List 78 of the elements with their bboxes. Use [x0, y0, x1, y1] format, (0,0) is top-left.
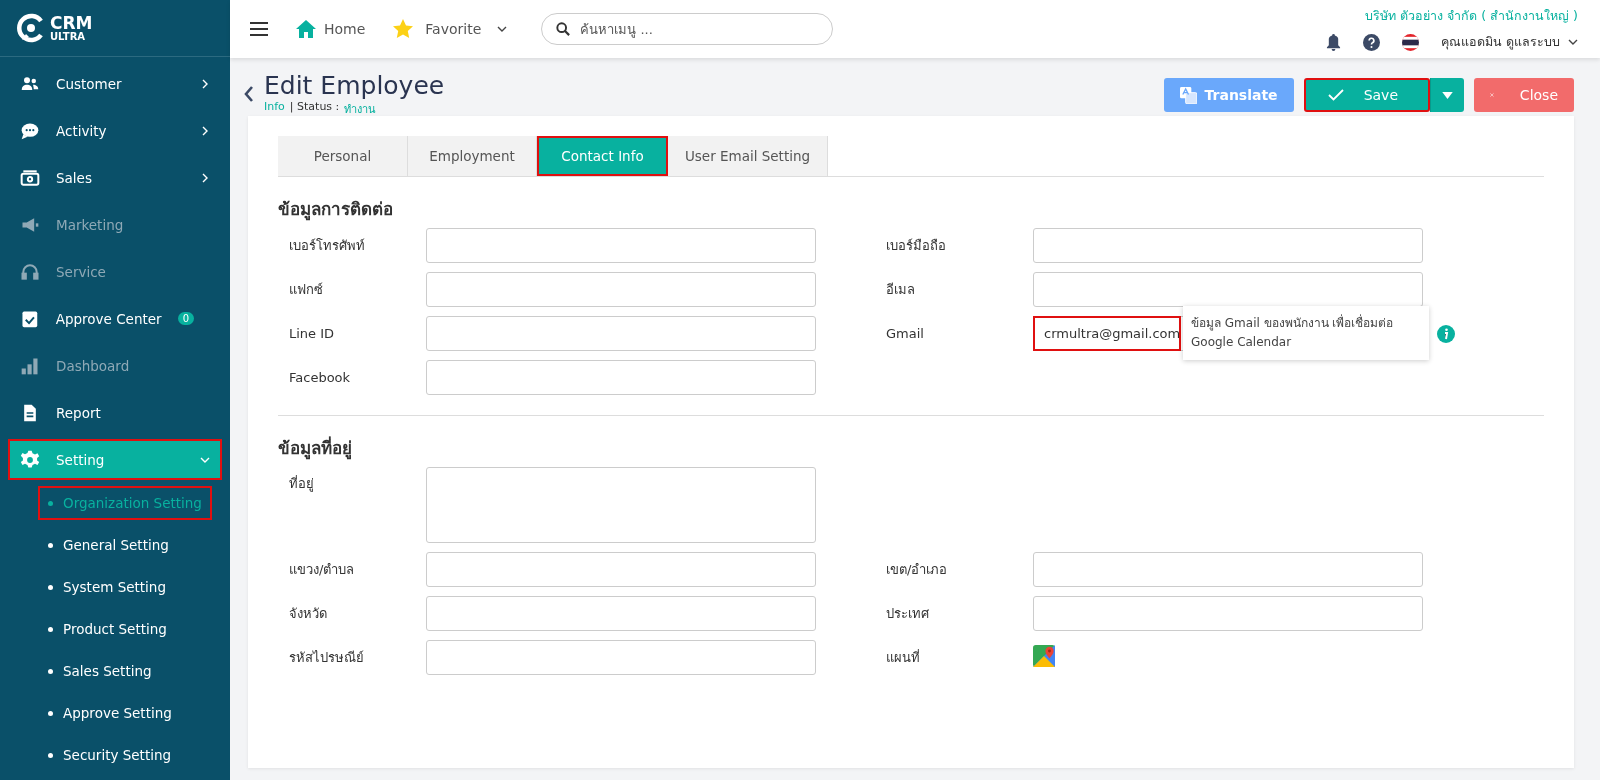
page-title: Edit Employee [264, 72, 445, 100]
sidebar-item[interactable]: Report [8, 392, 222, 433]
menu-icon[interactable] [250, 22, 268, 36]
chevron-icon [200, 172, 210, 183]
logo-icon [16, 13, 46, 43]
company-name: บริษัท ตัวอย่าง จำกัด ( สำนักงานใหญ่ ) [1365, 7, 1578, 25]
money-icon [20, 167, 40, 188]
tab[interactable]: Personal [278, 136, 408, 176]
chevron-icon [497, 24, 508, 34]
gear-icon [20, 449, 40, 470]
text-field[interactable] [1033, 228, 1423, 263]
submenu-item[interactable]: Sales Setting [38, 654, 162, 688]
favorite-menu[interactable]: Favorite [393, 19, 508, 39]
submenu-item[interactable]: Product Setting [38, 612, 177, 646]
submenu-item[interactable]: Approve Setting [38, 696, 182, 730]
home-link[interactable]: Home [296, 20, 366, 38]
text-field[interactable] [1033, 552, 1423, 587]
star-icon [393, 19, 414, 39]
field-label: จังหวัด [289, 605, 328, 623]
sidebar-item[interactable]: Customer [8, 63, 222, 104]
logo-text: CRM [50, 14, 93, 32]
field-label: เขต/อำเภอ [886, 561, 949, 579]
field-label: แฟกซ์ [289, 281, 324, 299]
field-label: Gmail [886, 326, 925, 341]
tab[interactable]: User Email Setting [668, 136, 828, 176]
users-icon [20, 74, 40, 93]
section-title: ข้อมูลการติดต่อ [278, 198, 394, 222]
field-label: Line ID [289, 326, 336, 341]
search-icon [556, 22, 571, 36]
field-label: ประเทศ [886, 605, 930, 623]
bell-icon[interactable] [1326, 33, 1341, 51]
search-input[interactable]: ค้นหาเมนู ... [578, 20, 819, 38]
translate-icon [1179, 86, 1197, 104]
text-field[interactable] [426, 360, 816, 395]
sidebar-item[interactable]: Sales [8, 157, 222, 198]
map-icon[interactable] [1033, 644, 1055, 667]
tab[interactable]: Employment [408, 136, 537, 176]
field-label: Facebook [289, 370, 352, 385]
tooltip: ข้อมูล Gmail ของพนักงาน เพื่อเชื่อมต่อ Google Calendar [1183, 306, 1429, 361]
thai-flag-icon[interactable] [1402, 33, 1419, 51]
field-label: ที่อยู่ [289, 474, 315, 494]
text-field[interactable] [1033, 272, 1423, 307]
submenu-item[interactable]: General Setting [38, 528, 179, 562]
text-field[interactable] [426, 316, 816, 351]
user-menu[interactable]: คุณแอดมิน ดูแลระบบ [1441, 32, 1578, 52]
dropdown-button[interactable] [1430, 78, 1464, 112]
caret-icon [1442, 91, 1453, 99]
info-icon[interactable] [1437, 325, 1455, 343]
status-label: | Status : [289, 99, 340, 115]
text-field[interactable] [1033, 596, 1423, 631]
field-label: เบอร์มือถือ [886, 237, 947, 255]
text-field[interactable] [426, 552, 816, 587]
submenu-item[interactable]: System Setting [38, 570, 176, 604]
field-label: เบอร์โทรศัพท์ [289, 237, 366, 255]
headset-icon [20, 261, 40, 282]
chevron-icon [1568, 37, 1578, 47]
help-icon[interactable] [1363, 33, 1380, 51]
text-field[interactable] [426, 640, 816, 675]
field-label: แขวง/ตำบล [289, 561, 356, 579]
field-label: รหัสไปรษณีย์ [289, 649, 365, 667]
text-field[interactable] [426, 596, 816, 631]
logo-subtext: ULTRA [50, 31, 87, 42]
chevron-icon [200, 125, 210, 136]
address-textarea[interactable] [426, 467, 816, 543]
chevron-icon [200, 78, 210, 89]
submenu-item[interactable]: Security Setting [38, 738, 182, 772]
count-badge: 0 [177, 312, 194, 325]
text-field[interactable] [426, 272, 816, 307]
home-icon [296, 20, 316, 38]
sidebar-item[interactable]: Approve Center 0 [8, 298, 222, 339]
section-title: ข้อมูลที่อยู่ [278, 435, 353, 461]
text-field[interactable] [426, 228, 816, 263]
check-icon [1327, 89, 1344, 101]
status-value: ทำงาน [344, 101, 377, 118]
field-label: แผนที่ [886, 648, 921, 667]
field-label: อีเมล [886, 281, 916, 299]
back-icon[interactable] [244, 86, 254, 102]
sidebar-item[interactable]: Activity [8, 110, 222, 151]
